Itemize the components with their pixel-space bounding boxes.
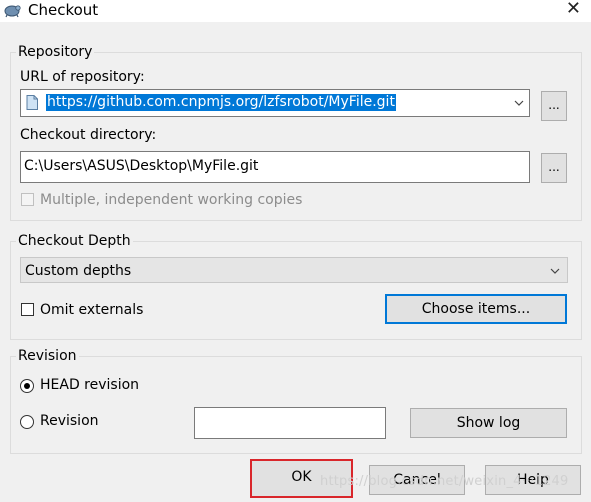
- url-label: URL of repository:: [20, 69, 145, 85]
- chevron-down-icon[interactable]: [513, 97, 525, 109]
- choose-items-button[interactable]: Choose items...: [385, 294, 567, 324]
- checkout-directory-value: C:\Users\ASUS\Desktop\MyFile.git: [24, 158, 259, 174]
- checkout-depth-legend: Checkout Depth: [16, 233, 133, 249]
- window-title: Checkout: [28, 1, 99, 19]
- head-revision-radio[interactable]: [20, 379, 34, 393]
- revision-radio[interactable]: [20, 415, 34, 429]
- depth-dropdown[interactable]: Custom depths: [20, 257, 568, 283]
- chevron-down-icon: [550, 268, 560, 274]
- revision-input[interactable]: [194, 407, 386, 439]
- multiple-copies-label: Multiple, independent working copies: [40, 192, 303, 208]
- directory-browse-button[interactable]: ...: [541, 153, 567, 183]
- checkout-depth-group: [10, 241, 582, 340]
- omit-externals-label: Omit externals: [40, 302, 144, 318]
- head-revision-label: HEAD revision: [40, 377, 140, 393]
- checkout-directory-input[interactable]: C:\Users\ASUS\Desktop\MyFile.git: [20, 151, 530, 183]
- revision-legend: Revision: [16, 348, 79, 364]
- repository-legend: Repository: [16, 44, 95, 60]
- tortoise-app-icon: [4, 5, 21, 18]
- revision-label: Revision: [40, 413, 99, 429]
- omit-externals-checkbox[interactable]: [21, 303, 34, 316]
- multiple-copies-checkbox[interactable]: [21, 193, 34, 206]
- url-combobox[interactable]: https://github.com.cnpmjs.org/lzfsrobot/…: [20, 89, 530, 117]
- url-browse-button[interactable]: ...: [541, 91, 567, 121]
- revision-group: [10, 356, 582, 454]
- depth-selected-value: Custom depths: [25, 263, 132, 279]
- url-value: https://github.com.cnpmjs.org/lzfsrobot/…: [46, 94, 396, 111]
- close-icon[interactable]: ✕: [566, 0, 581, 19]
- watermark-text: https://blog.csdn.net/weixin_4···1249: [320, 474, 569, 489]
- show-log-button[interactable]: Show log: [410, 408, 567, 438]
- checkout-directory-label: Checkout directory:: [20, 127, 157, 143]
- file-icon: [26, 95, 38, 110]
